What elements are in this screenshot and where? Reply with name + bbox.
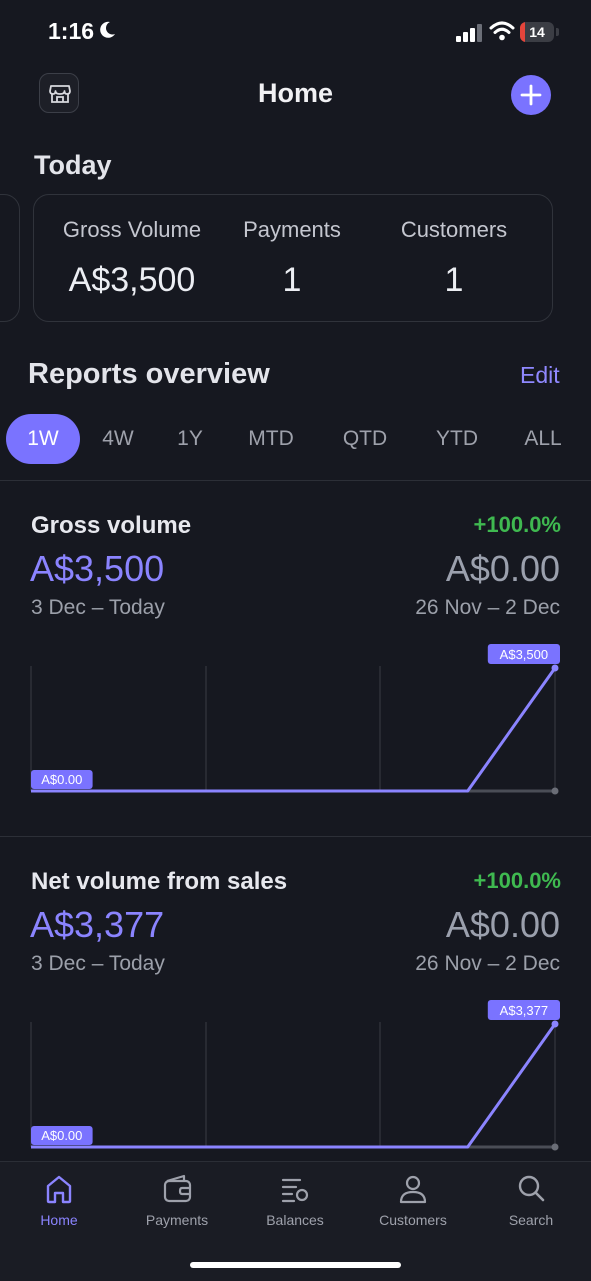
chart-change-percent: +100.0%	[473, 512, 561, 537]
period-tab-4w[interactable]: 4W	[90, 414, 146, 464]
period-tab-mtd[interactable]: MTD	[236, 414, 306, 464]
period-tab-ytd[interactable]: YTD	[422, 414, 492, 464]
today-previous-card[interactable]	[0, 194, 20, 322]
chart-previous-value: A$0.00	[445, 548, 560, 589]
home-icon	[46, 1175, 72, 1204]
chart-previous-end-point	[551, 787, 559, 795]
stat-gross-volume: Gross Volume A$3,500	[54, 217, 210, 300]
chart-current-series-line	[31, 667, 557, 793]
status-bar: 1:16 14	[0, 0, 591, 64]
wifi-icon	[489, 21, 515, 41]
plus-icon	[520, 84, 542, 106]
stat-label: Customers	[400, 217, 508, 242]
chart-current-value: A$3,377	[30, 904, 165, 945]
chart-previous-end-point	[551, 1143, 559, 1151]
chart-current-end-point	[551, 1020, 559, 1028]
stat-value: 1	[444, 261, 464, 299]
today-title: Today	[34, 150, 112, 180]
chart-title: Gross volume	[31, 512, 192, 539]
period-tab-1w[interactable]: 1W	[6, 414, 80, 464]
edit-reports-button[interactable]: Edit	[520, 362, 560, 389]
battery-tip	[556, 28, 559, 36]
cellular-signal-icon	[456, 24, 482, 42]
tab-customers[interactable]: Customers	[358, 1172, 468, 1228]
stat-customers: Customers 1	[386, 217, 522, 300]
tab-label: Customers	[379, 1212, 447, 1228]
chart-min-label: A$0.00	[41, 772, 82, 787]
reports-overview-title: Reports overview	[28, 358, 270, 390]
add-button[interactable]	[511, 75, 551, 115]
chart-current-end-point	[551, 664, 559, 672]
net-volume-chart-card[interactable]: Net volume from sales +100.0% A$3,377 A$…	[0, 868, 591, 1158]
tab-label: Home	[40, 1212, 78, 1228]
chart-current-value: A$3,500	[30, 548, 165, 589]
chart-previous-value: A$0.00	[445, 904, 560, 945]
status-time: 1:16	[48, 18, 95, 44]
header: Home	[0, 64, 591, 128]
gross-volume-line-chart: A$0.00 A$3,500	[30, 644, 560, 795]
chart-current-range: 3 Dec – Today	[31, 952, 165, 975]
chart-previous-range: 26 Nov – 2 Dec	[415, 596, 560, 619]
battery-icon: 14	[520, 22, 560, 42]
tab-balances[interactable]: Balances	[240, 1172, 350, 1228]
stat-payments: Payments 1	[230, 217, 354, 300]
tab-label: Payments	[145, 1212, 209, 1228]
stat-label: Gross Volume	[62, 217, 202, 242]
period-tab-all[interactable]: ALL	[512, 414, 574, 464]
chart-max-label: A$3,500	[500, 647, 548, 662]
battery-percent: 14	[529, 24, 545, 40]
home-indicator	[190, 1262, 401, 1268]
chart-change-percent: +100.0%	[473, 868, 561, 893]
chart-previous-range: 26 Nov – 2 Dec	[415, 952, 560, 975]
chart-max-label: A$3,377	[500, 1003, 548, 1018]
stat-label: Payments	[243, 217, 341, 242]
chart-title: Net volume from sales	[31, 868, 288, 895]
today-summary-card[interactable]: Gross Volume A$3,500 Payments 1 Customer…	[33, 194, 553, 322]
moon-icon	[100, 21, 115, 38]
divider	[0, 836, 591, 837]
divider	[0, 480, 591, 481]
person-icon	[399, 1175, 427, 1204]
gross-volume-chart-card[interactable]: Gross volume +100.0% A$3,500 A$0.00 3 De…	[0, 512, 591, 812]
stat-value: 1	[282, 261, 302, 299]
tab-search[interactable]: Search	[476, 1172, 586, 1228]
stat-value: A$3,500	[68, 261, 196, 299]
tab-label: Search	[508, 1212, 554, 1228]
balances-icon	[281, 1178, 309, 1203]
wallet-icon	[163, 1174, 192, 1203]
chart-current-series-line	[31, 1023, 557, 1149]
battery-body: 14	[520, 22, 554, 42]
page-title: Home	[257, 78, 333, 108]
chart-min-label: A$0.00	[41, 1128, 82, 1143]
chart-current-range: 3 Dec – Today	[31, 596, 165, 619]
tab-home[interactable]: Home	[4, 1172, 114, 1228]
search-icon	[518, 1175, 545, 1202]
tab-payments[interactable]: Payments	[122, 1172, 232, 1228]
period-selector: 1W 4W 1Y MTD QTD YTD ALL	[0, 414, 591, 464]
period-tab-qtd[interactable]: QTD	[330, 414, 400, 464]
tab-label: Balances	[266, 1212, 324, 1228]
net-volume-line-chart: A$0.00 A$3,377	[30, 1000, 560, 1151]
period-tab-1y[interactable]: 1Y	[162, 414, 218, 464]
